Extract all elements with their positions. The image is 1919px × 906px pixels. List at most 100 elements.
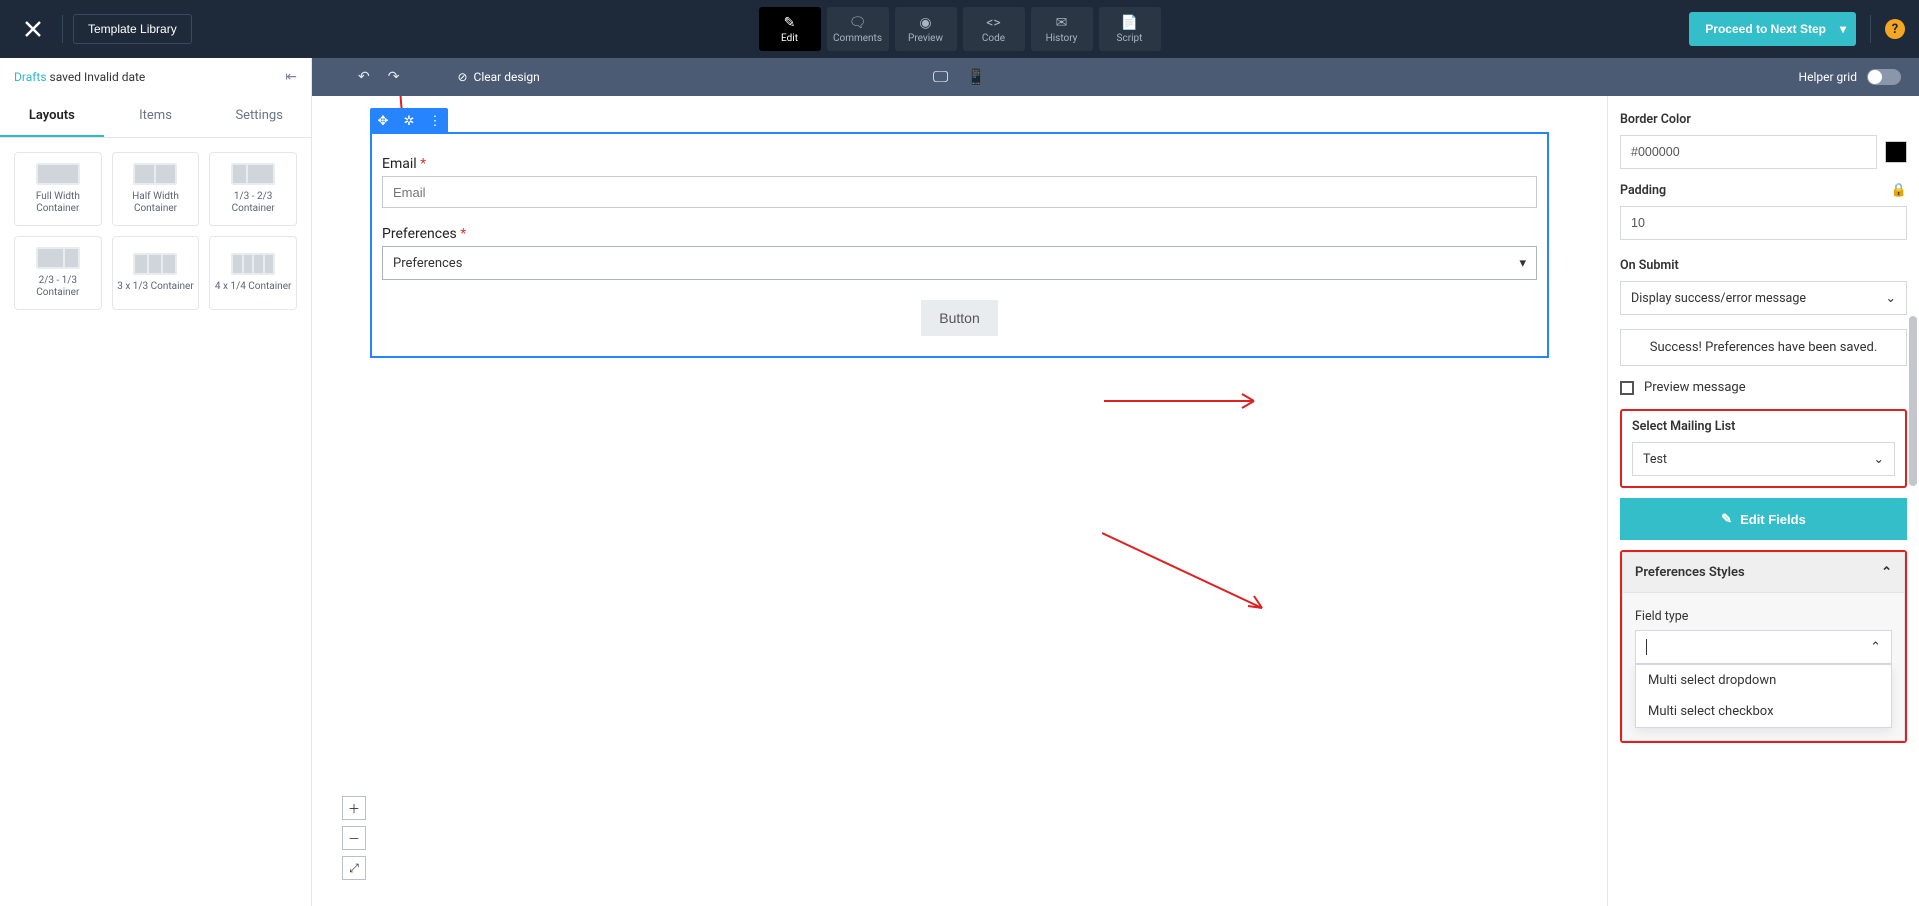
field-type-option[interactable]: Multi select dropdown — [1636, 665, 1891, 696]
padding-input[interactable] — [1620, 206, 1907, 240]
layouts-grid: Full Width Container Half Width Container… — [0, 138, 311, 324]
chevron-down-icon: ⌄ — [1886, 290, 1896, 306]
chevron-up-icon: ⌃ — [1881, 565, 1892, 580]
annotation-arrow-icon — [1104, 376, 1264, 426]
topnav-left: Template Library — [14, 10, 192, 48]
zoom-fit-button[interactable]: ⤢ — [342, 856, 366, 880]
proceed-button[interactable]: Proceed to Next Step — [1689, 12, 1856, 46]
edit-fields-label: Edit Fields — [1740, 512, 1806, 527]
preferences-styles-label: Preferences Styles — [1635, 565, 1745, 580]
nav-preview[interactable]: ◉Preview — [895, 7, 957, 51]
helper-grid-label: Helper grid — [1799, 70, 1857, 84]
select-mailing-select[interactable]: Test ⌄ — [1632, 442, 1895, 476]
color-swatch[interactable] — [1885, 141, 1907, 163]
nav-comments[interactable]: 🗨Comments — [827, 7, 889, 51]
checkbox-icon[interactable] — [1620, 381, 1634, 395]
preview-message-label: Preview message — [1644, 380, 1746, 395]
drafts-rest: saved Invalid date — [47, 70, 146, 84]
edit-fields-button[interactable]: ✎ Edit Fields — [1620, 498, 1907, 540]
field-type-label: Field type — [1635, 609, 1892, 624]
undo-icon[interactable]: ↶ — [358, 69, 370, 85]
nav-label: Preview — [908, 33, 943, 44]
field-type-option[interactable]: Multi select checkbox — [1636, 696, 1891, 727]
chevron-down-icon: ▾ — [1519, 256, 1526, 271]
form-submit-button[interactable]: Button — [921, 300, 997, 336]
layout-label: Half Width Container — [117, 191, 195, 215]
nav-history[interactable]: ✉ History — [1031, 7, 1093, 51]
layout-thumb — [36, 163, 80, 185]
edit-icon: ✎ — [784, 15, 796, 31]
layout-tile[interactable]: Full Width Container — [14, 152, 102, 226]
layout-thumb — [133, 253, 177, 275]
on-submit-select[interactable]: Display success/error message ⌄ — [1620, 281, 1907, 315]
toggle-switch[interactable] — [1867, 69, 1901, 85]
preferences-select[interactable]: Preferences ▾ — [382, 246, 1537, 280]
annotation-highlight-box: Preferences Styles ⌃ Field type ⌃ Multi … — [1620, 550, 1907, 743]
left-panel: Drafts saved Invalid date ⇤ Layouts Item… — [0, 58, 312, 906]
field-type-dropdown: Multi select dropdown Multi select check… — [1635, 664, 1892, 728]
script-icon: 📄 — [1121, 15, 1138, 31]
redo-icon[interactable]: ↷ — [388, 69, 400, 85]
history-icon: ✉ — [1056, 15, 1068, 31]
layout-thumb — [133, 163, 177, 185]
zoom-in-button[interactable]: ＋ — [342, 796, 366, 820]
drafts-status: Drafts saved Invalid date ⇤ — [0, 58, 311, 96]
layout-label: Full Width Container — [19, 191, 97, 215]
layout-tile[interactable]: 3 x 1/3 Container — [112, 236, 200, 310]
close-icon[interactable] — [14, 10, 52, 48]
email-field[interactable] — [382, 176, 1537, 208]
code-icon: <> — [986, 15, 1000, 31]
lock-icon[interactable]: 🔒 — [1891, 183, 1907, 198]
preferences-label: Preferences * — [382, 226, 1537, 242]
settings-icon[interactable]: ✲ — [396, 108, 422, 134]
desktop-icon[interactable]: 🖵 — [933, 67, 948, 87]
nav-code[interactable]: <> Code — [963, 7, 1025, 51]
device-switch: 🖵 📱 — [933, 67, 986, 87]
divider — [1870, 15, 1871, 43]
form-block[interactable]: ✥ ✲ ⋮ Email * Preferences * Preferences … — [370, 132, 1549, 358]
field-type-value — [1646, 639, 1647, 655]
layout-tile[interactable]: Half Width Container — [112, 152, 200, 226]
layout-tile[interactable]: 1/3 - 2/3 Container — [209, 152, 297, 226]
preferences-value: Preferences — [393, 256, 462, 271]
layout-label: 2/3 - 1/3 Container — [19, 275, 97, 299]
template-library-button[interactable]: Template Library — [73, 14, 192, 44]
select-mailing-value: Test — [1643, 452, 1667, 467]
field-type-select[interactable]: ⌃ — [1635, 630, 1892, 664]
padding-label: Padding 🔒 — [1620, 183, 1907, 198]
zoom-out-button[interactable]: － — [342, 826, 366, 850]
tab-layouts[interactable]: Layouts — [0, 96, 104, 137]
comments-icon: 🗨 — [849, 15, 867, 31]
move-icon[interactable]: ✥ — [370, 108, 396, 134]
layout-label: 3 x 1/3 Container — [117, 281, 193, 293]
clear-design-button[interactable]: ⊘ Clear design — [457, 70, 539, 84]
clear-icon: ⊘ — [457, 70, 467, 84]
chevron-up-icon: ⌃ — [1870, 640, 1881, 655]
layout-tile[interactable]: 4 x 1/4 Container — [209, 236, 297, 310]
topnav-center: ✎Edit 🗨Comments ◉Preview <> Code ✉ History… — [759, 7, 1161, 51]
nav-label: Code — [982, 33, 1005, 44]
mobile-icon[interactable]: 📱 — [966, 67, 986, 87]
success-message-preview: Success! Preferences have been saved. — [1620, 329, 1907, 366]
nav-label: History — [1046, 33, 1078, 44]
annotation-highlight-box: Select Mailing List Test ⌄ — [1620, 409, 1907, 488]
divider — [62, 15, 63, 43]
border-color-input[interactable] — [1620, 135, 1877, 169]
help-icon[interactable]: ? — [1885, 19, 1905, 39]
tab-items[interactable]: Items — [104, 96, 208, 137]
layout-thumb — [231, 163, 275, 185]
drafts-link[interactable]: Drafts — [14, 70, 47, 84]
nav-script[interactable]: 📄Script — [1099, 7, 1161, 51]
scrollbar[interactable] — [1909, 96, 1917, 906]
nav-edit[interactable]: ✎Edit — [759, 7, 821, 51]
email-label: Email * — [382, 156, 1537, 172]
tab-settings[interactable]: Settings — [207, 96, 311, 137]
layout-tile[interactable]: 2/3 - 1/3 Container — [14, 236, 102, 310]
preferences-styles-header[interactable]: Preferences Styles ⌃ — [1622, 552, 1905, 593]
preview-message-checkbox-row[interactable]: Preview message — [1620, 380, 1907, 395]
more-icon[interactable]: ⋮ — [422, 108, 448, 134]
layout-label: 1/3 - 2/3 Container — [214, 191, 292, 215]
collapse-panel-icon[interactable]: ⇤ — [285, 69, 297, 85]
helper-grid-toggle[interactable]: Helper grid — [1799, 69, 1901, 85]
edit-icon: ✎ — [1721, 511, 1732, 527]
